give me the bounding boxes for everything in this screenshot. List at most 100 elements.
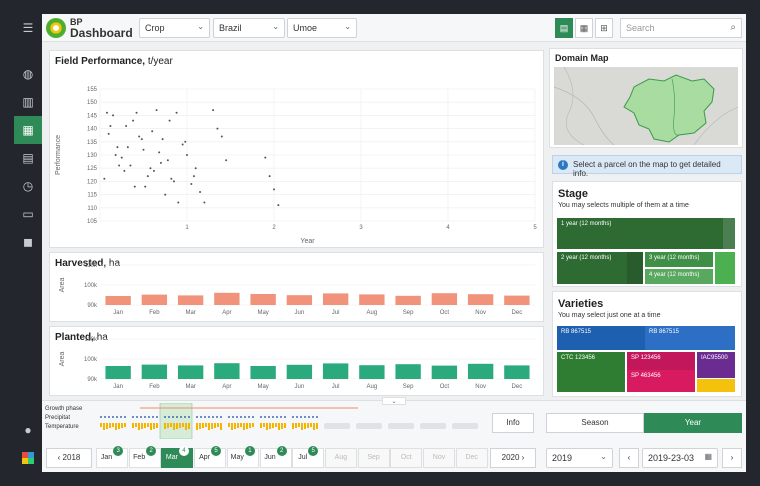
y-tick-label: 125 [87,166,98,172]
bar [431,293,458,305]
variety-tile-2[interactable]: RB 867515 [645,326,735,350]
temp-bar [211,423,213,429]
next-year-button[interactable]: 2020 › [490,448,536,468]
scatter-point [109,124,112,127]
temp-bar [307,423,309,428]
bar [395,364,421,379]
varieties-title: Varieties [558,298,604,310]
temp-bar [188,423,190,429]
bar [322,363,349,379]
chevron-down-icon: ⌄ [272,22,279,31]
box-icon[interactable]: ◼ [14,228,42,256]
x-tick-label: May [257,310,268,316]
bar [177,295,204,305]
brand-title: Dashboard [70,26,133,40]
scatter-point [158,151,161,154]
bar [286,364,313,379]
map-icon[interactable]: ▥ [14,88,42,116]
y-axis-label: Area [59,278,66,293]
harvested-card: Harvested, ha 90k 100k 110k Area Jan Feb Mar Ap… [49,252,544,322]
x-tick-label: Apr [222,384,231,390]
x-tick-label: Nov [475,384,486,390]
temp-bar [132,423,134,428]
scatter-point [177,201,180,204]
date-field[interactable]: 2019-23-03 ▦ [642,448,718,468]
month-button-apr[interactable]: Apr5 [194,446,227,468]
farm-select[interactable]: Umoe ⌄ [287,18,357,38]
month-button-mar[interactable]: Mar4 [161,446,194,468]
month-button-jul[interactable]: Jul5 [292,446,325,468]
month-label: May [230,454,244,461]
user-icon[interactable]: ● [14,416,42,444]
season-toggle[interactable]: Season [546,413,644,433]
temp-bar [100,423,102,427]
variety-tile-5[interactable]: SP 463456 [627,370,695,392]
temp-bar [240,423,242,427]
temp-bar [298,423,300,427]
bp-logo-icon [46,18,66,38]
clipboard-icon[interactable]: ▭ [14,200,42,228]
scatter-point [161,138,164,141]
month-button-jun[interactable]: Jun2 [259,446,292,468]
temp-bar [167,423,169,428]
year-select[interactable]: 2019 ⌄ [546,448,613,468]
stage-tile-4[interactable]: 4 year (12 months) [645,269,713,284]
bar [359,294,385,305]
stage-tile-1b[interactable] [723,218,735,249]
globe-icon[interactable]: ◍ [14,60,42,88]
scatter-point [144,185,147,188]
temp-bar [170,423,172,427]
menu-icon[interactable]: ☰ [14,14,42,42]
y-tick-label: 100k [84,357,98,363]
crop-select[interactable]: Crop ⌄ [139,18,210,38]
info-icon: i [558,160,568,170]
bar [141,364,168,379]
temp-bar [310,423,312,427]
variety-tile-2-label: RB 867515 [649,329,680,335]
year-toggle[interactable]: Year [644,413,742,433]
layout-quad-button[interactable]: ⊞ [595,18,613,38]
scatter-point [123,169,126,172]
month-button-feb[interactable]: Feb2 [128,446,161,468]
month-button-oct: Oct [390,448,423,468]
variety-tile-3[interactable]: CTC 123456 [557,352,625,392]
prev-date-button[interactable]: ‹ [619,448,639,468]
x-tick-label: Apr [222,310,231,316]
variety-tile-1[interactable]: RB 867515 [557,326,645,350]
variety-tile-7[interactable] [697,379,735,392]
layout-list-button[interactable]: ▤ [555,18,573,38]
next-date-button[interactable]: › [722,448,742,468]
month-button-jan[interactable]: Jan3 [96,446,128,468]
history-icon[interactable]: ◷ [14,172,42,200]
search-input[interactable]: Search ⌕ [620,18,742,38]
domain-map[interactable] [554,67,738,145]
month-button-may[interactable]: May1 [226,446,259,468]
stage-tile-2b[interactable] [627,252,643,284]
timeline-strip[interactable] [98,403,488,439]
layers-icon[interactable] [14,444,42,472]
y-tick-label: 110k [84,263,98,269]
columns-icon[interactable]: ▤ [14,144,42,172]
x-tick-label: Dec [512,310,523,316]
layout-grid-button[interactable]: ▦ [575,18,593,38]
chevron-down-icon: ⌄ [197,22,204,31]
country-select[interactable]: Brazil ⌄ [213,18,285,38]
variety-tile-4[interactable]: SP 123456 [627,352,695,370]
stage-tile-1[interactable]: 1 year (12 months) [557,218,723,249]
temp-bar [141,423,143,429]
info-button[interactable]: Info [492,413,534,433]
variety-tile-6[interactable]: IAC95500 [697,352,735,378]
x-tick-label: Feb [149,384,160,390]
sidebar: ☰ ◍ ▥ ▦ ▤ ◷ ▭ ◼ ● [14,14,42,472]
stage-tile-5[interactable] [715,252,735,284]
stage-tile-3[interactable]: 3 year (12 months) [645,252,713,267]
bar [105,296,131,305]
x-tick-label: May [257,384,268,390]
y-axis-label: Area [59,352,66,367]
variety-tile-4-label: SP 123456 [631,355,661,361]
varieties-subtitle: You may select just one at a time [558,312,661,319]
prev-year-button[interactable]: ‹ 2018 [46,448,92,468]
chart-icon[interactable]: ▦ [14,116,42,144]
temp-bar [266,423,268,430]
stage-tile-4-label: 4 year (12 months) [649,272,700,278]
